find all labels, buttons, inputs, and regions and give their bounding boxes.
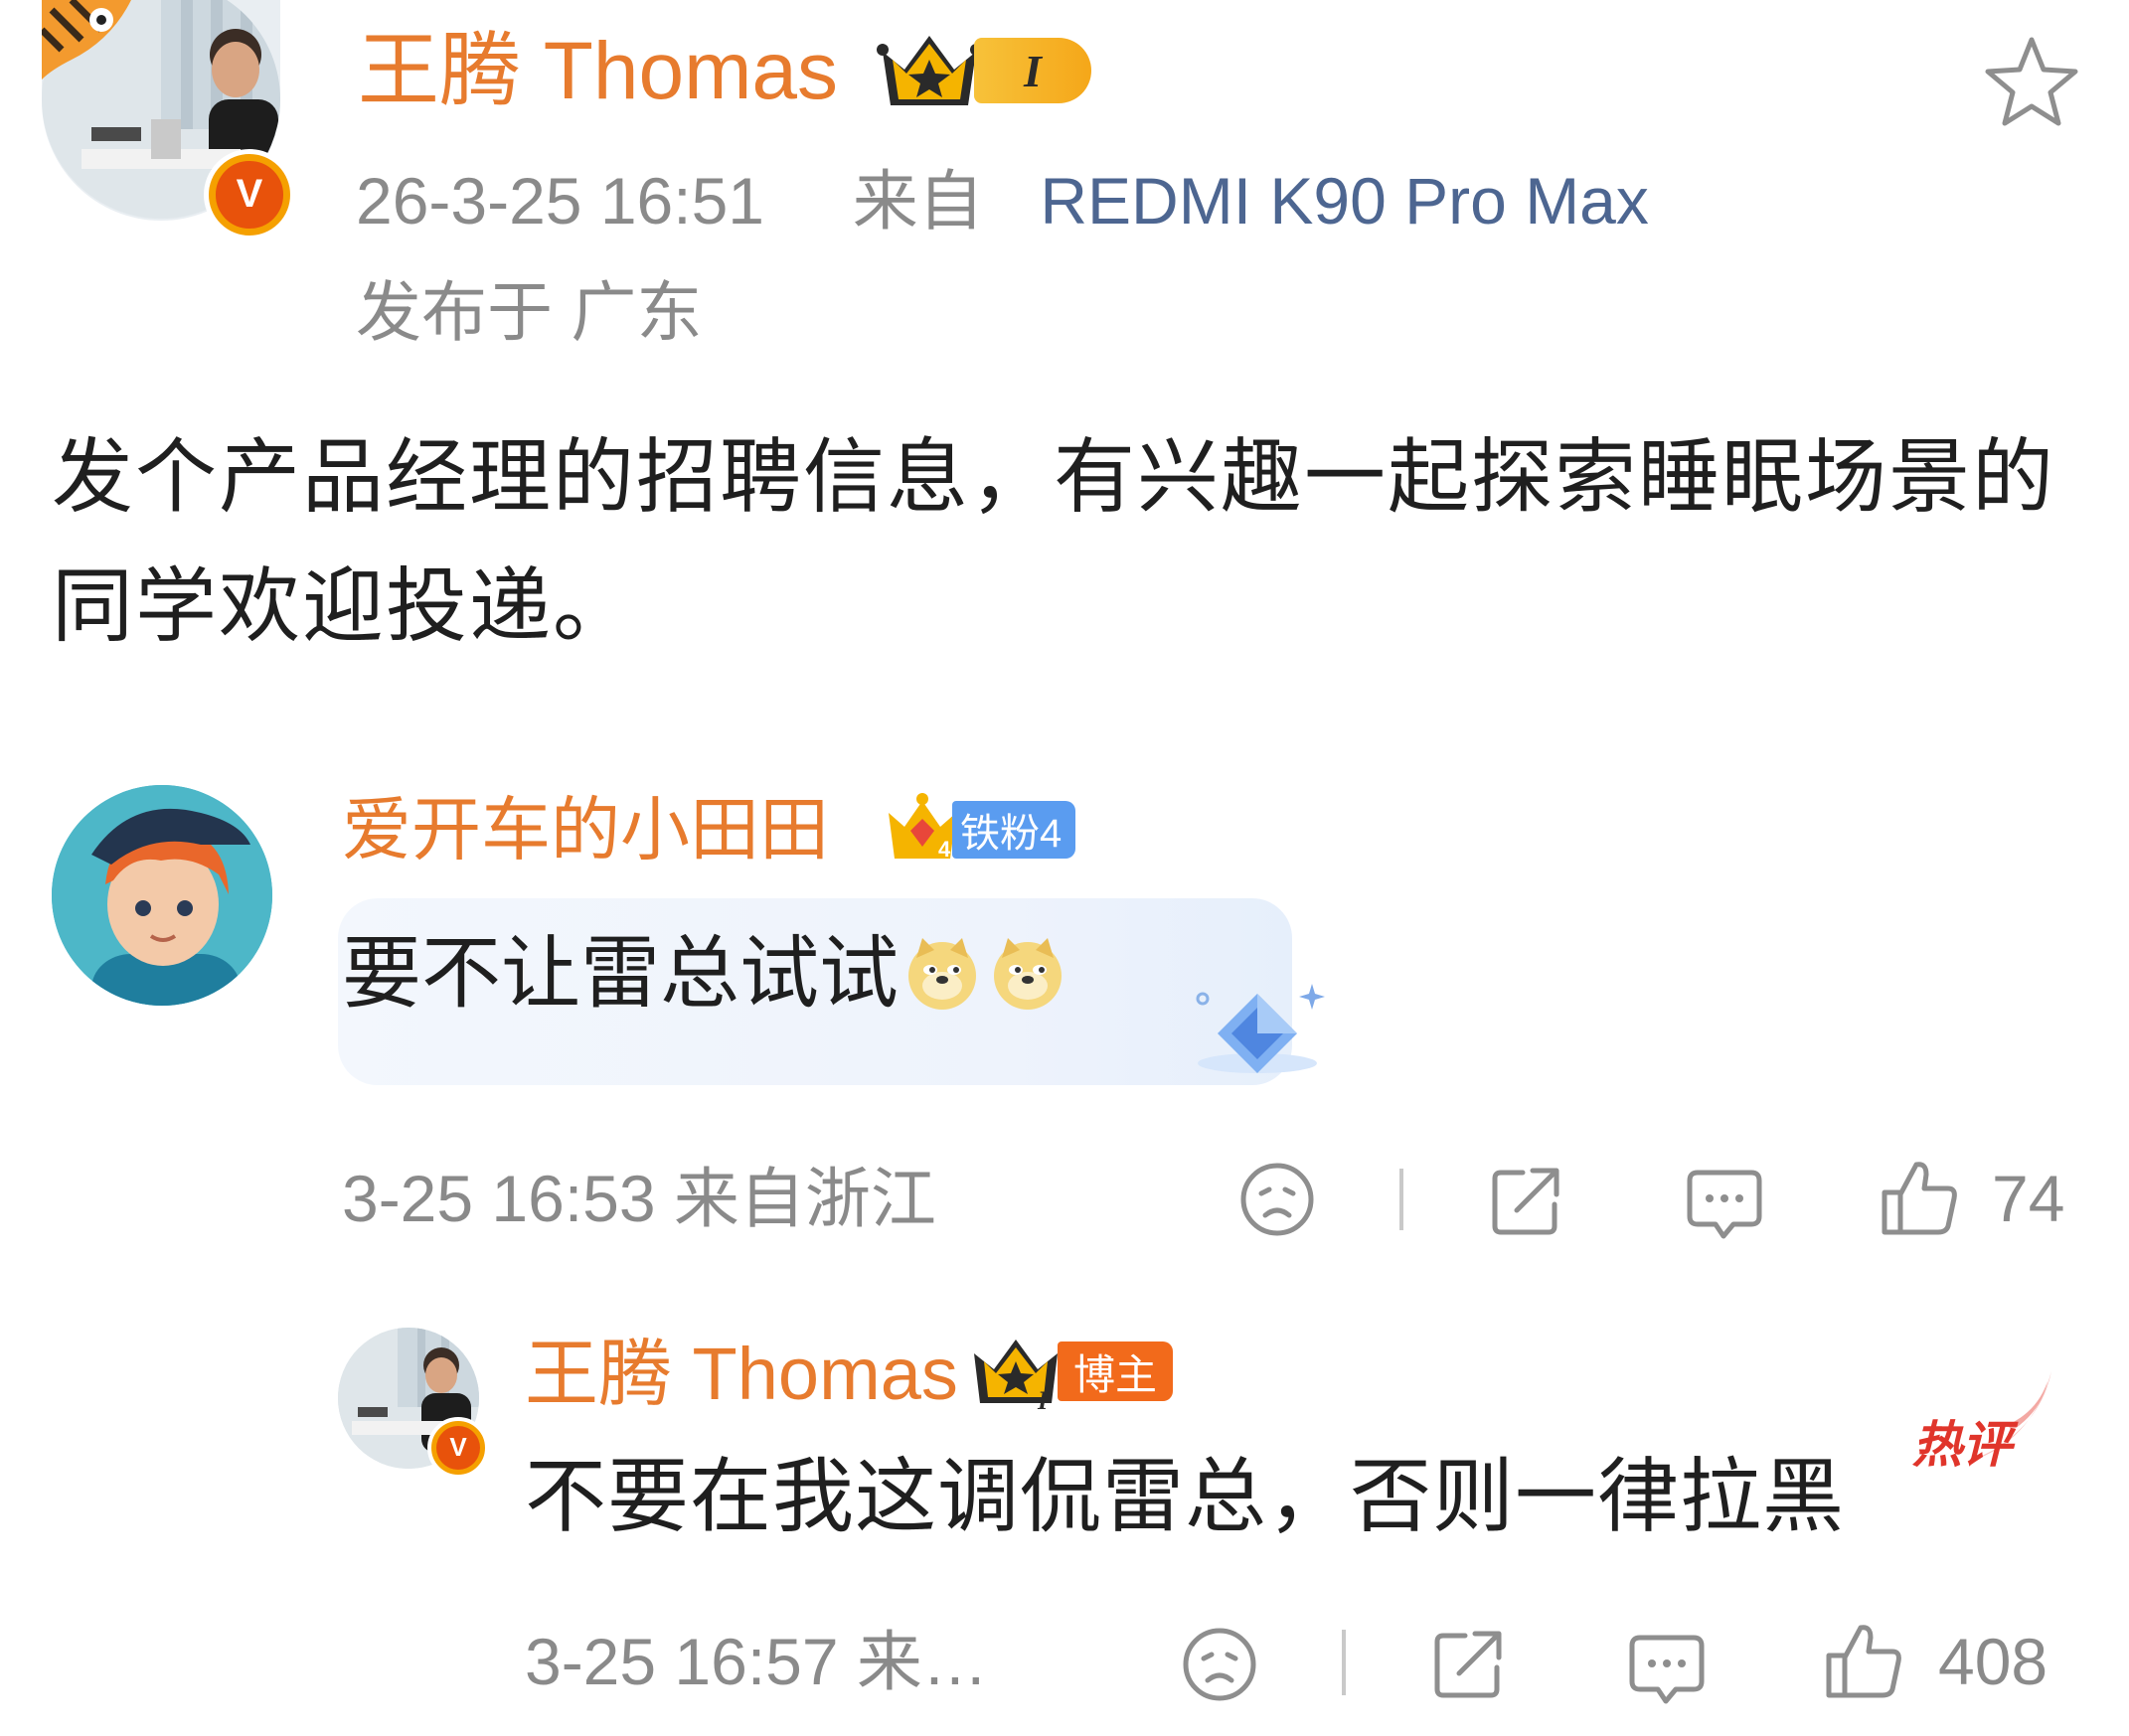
comment-text: 要不让雷总试试 [342,924,1067,1024]
comment-like-count: 74 [1992,1162,2065,1235]
comment-bubble-icon[interactable] [1680,1159,1769,1248]
favorite-star-icon[interactable] [1978,30,2085,133]
blogger-badge: 博主 [1058,1341,1174,1401]
reply-vip-crown-icon: I [968,1332,1064,1415]
reply-comment-bubble-icon[interactable] [1622,1624,1712,1713]
fan-level-badge: 铁粉4 [952,801,1076,859]
post-timestamp: 26-3-25 16:51 [356,164,764,237]
reply-time-location: 3-25 16:57 来… [525,1625,988,1698]
fan-crown-icon: 4 [883,791,962,867]
reply-author-name[interactable]: 王腾 Thomas [525,1330,958,1419]
svg-text:4: 4 [938,837,951,862]
reply-text: 不要在我这调侃雷总，否则一律拉黑 [525,1452,1846,1542]
comment-author-avatar[interactable] [52,785,272,1006]
share-icon[interactable] [1485,1159,1568,1242]
reply-action-divider [1342,1630,1346,1695]
comment-author-name[interactable]: 爱开车的小田田 [342,785,829,874]
comment-time-location: 3-25 16:53 来自浙江 [342,1162,936,1235]
post-content: 发个产品经理的招聘信息，有兴趣一起探索睡眠场景的同学欢迎投递。 [52,432,2056,652]
cartoon-boy-avatar [52,785,272,1006]
post-device-link[interactable]: REDMI K90 Pro Max [1040,164,1649,237]
reply-verified-badge: V [427,1417,489,1479]
post-meta: 26-3-25 16:51 来自 REDMI K90 Pro Max [356,159,1649,242]
bubble-gem-decoration [1183,974,1332,1083]
reply-like-thumb-icon[interactable] [1819,1616,1908,1705]
svg-text:I: I [1037,1386,1049,1411]
level-badge: I [974,38,1091,103]
post-source-prefix: 来自 [852,164,984,237]
reply-share-icon[interactable] [1427,1622,1511,1705]
verified-badge: V [204,149,295,240]
reply-like-count: 408 [1938,1625,2048,1698]
reply-dislike-face-icon[interactable] [1177,1622,1262,1707]
dislike-face-icon[interactable] [1234,1157,1320,1242]
action-divider [1399,1169,1403,1230]
post-location: 发布于 广东 [356,275,703,349]
vip-crown-icon [875,28,984,113]
hot-comment-label: 热评 [1912,1361,2061,1473]
like-thumb-icon[interactable] [1875,1153,1964,1242]
doge-emoji-icon [902,934,982,1014]
post-author-name[interactable]: 王腾 Thomas [358,22,838,121]
doge-emoji-icon [988,934,1067,1014]
